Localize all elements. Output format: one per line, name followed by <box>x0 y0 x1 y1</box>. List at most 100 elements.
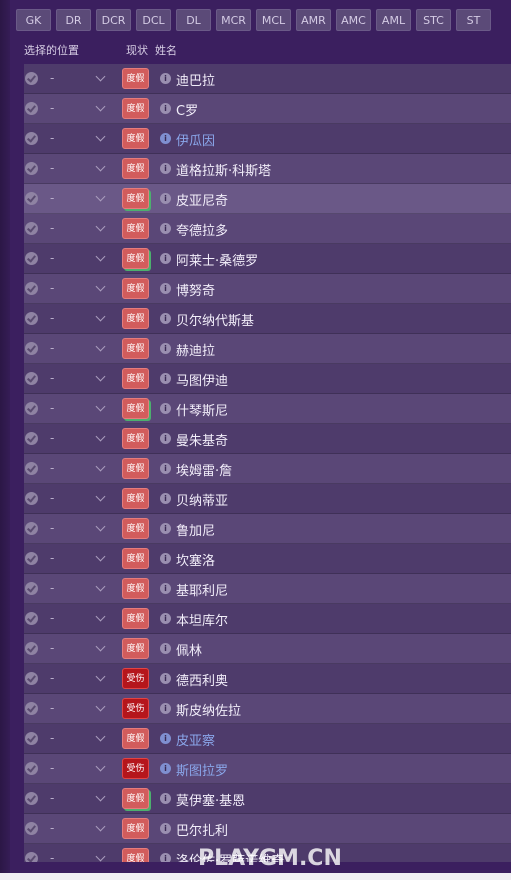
header-name[interactable]: 姓名 <box>155 42 177 58</box>
position-button-mcr[interactable]: MCR <box>216 9 251 31</box>
info-icon[interactable]: i <box>160 793 171 804</box>
player-row[interactable]: - 度假 i 道格拉斯·科斯塔 <box>24 154 511 184</box>
chevron-down-icon[interactable] <box>95 581 106 592</box>
player-row[interactable]: - 度假 i 佩林 <box>24 634 511 664</box>
select-check-icon[interactable] <box>25 822 38 835</box>
chevron-down-icon[interactable] <box>95 221 106 232</box>
chevron-down-icon[interactable] <box>95 311 106 322</box>
header-status[interactable]: 现状 <box>126 42 148 58</box>
info-icon[interactable]: i <box>160 613 171 624</box>
chevron-down-icon[interactable] <box>95 371 106 382</box>
position-button-dcl[interactable]: DCL <box>136 9 171 31</box>
player-row[interactable]: - 度假 i 贝尔纳代斯基 <box>24 304 511 334</box>
select-check-icon[interactable] <box>25 252 38 265</box>
player-row[interactable]: - 受伤 i 斯图拉罗 <box>24 754 511 784</box>
select-check-icon[interactable] <box>25 732 38 745</box>
player-row[interactable]: - 度假 i 博努奇 <box>24 274 511 304</box>
chevron-down-icon[interactable] <box>95 851 106 862</box>
info-icon[interactable]: i <box>160 73 171 84</box>
chevron-down-icon[interactable] <box>95 551 106 562</box>
chevron-down-icon[interactable] <box>95 701 106 712</box>
select-check-icon[interactable] <box>25 582 38 595</box>
player-row[interactable]: - 度假 i 什琴斯尼 <box>24 394 511 424</box>
player-row[interactable]: - 度假 i 曼朱基奇 <box>24 424 511 454</box>
position-button-aml[interactable]: AML <box>376 9 411 31</box>
player-row[interactable]: - 度假 i 莫伊塞·基恩 <box>24 784 511 814</box>
position-button-stc[interactable]: STC <box>416 9 451 31</box>
info-icon[interactable]: i <box>160 313 171 324</box>
chevron-down-icon[interactable] <box>95 461 106 472</box>
info-icon[interactable]: i <box>160 733 171 744</box>
player-row[interactable]: - 度假 i 巴尔扎利 <box>24 814 511 844</box>
player-name[interactable]: 巴尔扎利 <box>176 820 228 839</box>
player-row[interactable]: - 度假 i 皮亚察 <box>24 724 511 754</box>
position-button-st[interactable]: ST <box>456 9 491 31</box>
select-check-icon[interactable] <box>25 402 38 415</box>
select-check-icon[interactable] <box>25 132 38 145</box>
info-icon[interactable]: i <box>160 763 171 774</box>
select-check-icon[interactable] <box>25 282 38 295</box>
chevron-down-icon[interactable] <box>95 791 106 802</box>
player-row[interactable]: - 度假 i 伊瓜因 <box>24 124 511 154</box>
player-name[interactable]: 马图伊迪 <box>176 370 228 389</box>
select-check-icon[interactable] <box>25 312 38 325</box>
position-button-amr[interactable]: AMR <box>296 9 331 31</box>
select-check-icon[interactable] <box>25 522 38 535</box>
player-row[interactable]: - 度假 i 马图伊迪 <box>24 364 511 394</box>
info-icon[interactable]: i <box>160 283 171 294</box>
chevron-down-icon[interactable] <box>95 821 106 832</box>
player-name[interactable]: 道格拉斯·科斯塔 <box>176 160 271 179</box>
info-icon[interactable]: i <box>160 253 171 264</box>
select-check-icon[interactable] <box>25 552 38 565</box>
info-icon[interactable]: i <box>160 703 171 714</box>
player-name[interactable]: 贝纳蒂亚 <box>176 490 228 509</box>
player-row[interactable]: - 度假 i 埃姆雷·詹 <box>24 454 511 484</box>
select-check-icon[interactable] <box>25 612 38 625</box>
player-name[interactable]: 本坦库尔 <box>176 610 228 629</box>
player-row[interactable]: - 度假 i 皮亚尼奇 <box>24 184 511 214</box>
info-icon[interactable]: i <box>160 823 171 834</box>
chevron-down-icon[interactable] <box>95 761 106 772</box>
info-icon[interactable]: i <box>160 163 171 174</box>
chevron-down-icon[interactable] <box>95 71 106 82</box>
player-row[interactable]: - 受伤 i 斯皮纳佐拉 <box>24 694 511 724</box>
info-icon[interactable]: i <box>160 523 171 534</box>
chevron-down-icon[interactable] <box>95 491 106 502</box>
chevron-down-icon[interactable] <box>95 401 106 412</box>
chevron-down-icon[interactable] <box>95 731 106 742</box>
info-icon[interactable]: i <box>160 193 171 204</box>
select-check-icon[interactable] <box>25 852 38 862</box>
player-row[interactable]: - 受伤 i 德西利奥 <box>24 664 511 694</box>
player-name[interactable]: 埃姆雷·詹 <box>176 460 232 479</box>
position-button-gk[interactable]: GK <box>16 9 51 31</box>
player-name[interactable]: 德西利奥 <box>176 670 228 689</box>
chevron-down-icon[interactable] <box>95 641 106 652</box>
chevron-down-icon[interactable] <box>95 341 106 352</box>
player-row[interactable]: - 度假 i C罗 <box>24 94 511 124</box>
player-name[interactable]: 坎塞洛 <box>176 550 215 569</box>
position-button-amc[interactable]: AMC <box>336 9 371 31</box>
position-button-dr[interactable]: DR <box>56 9 91 31</box>
chevron-down-icon[interactable] <box>95 611 106 622</box>
position-button-mcl[interactable]: MCL <box>256 9 291 31</box>
info-icon[interactable]: i <box>160 583 171 594</box>
chevron-down-icon[interactable] <box>95 521 106 532</box>
chevron-down-icon[interactable] <box>95 191 106 202</box>
player-row[interactable]: - 度假 i 本坦库尔 <box>24 604 511 634</box>
select-check-icon[interactable] <box>25 492 38 505</box>
header-selected-position[interactable]: 选择的位置 <box>24 42 79 58</box>
chevron-down-icon[interactable] <box>95 431 106 442</box>
info-icon[interactable]: i <box>160 643 171 654</box>
info-icon[interactable]: i <box>160 133 171 144</box>
player-row[interactable]: - 度假 i 基耶利尼 <box>24 574 511 604</box>
select-check-icon[interactable] <box>25 222 38 235</box>
select-check-icon[interactable] <box>25 372 38 385</box>
select-check-icon[interactable] <box>25 102 38 115</box>
player-name[interactable]: 佩林 <box>176 640 202 659</box>
info-icon[interactable]: i <box>160 433 171 444</box>
info-icon[interactable]: i <box>160 553 171 564</box>
player-name[interactable]: 伊瓜因 <box>176 130 215 149</box>
player-name[interactable]: 什琴斯尼 <box>176 400 228 419</box>
player-name[interactable]: 曼朱基奇 <box>176 430 228 449</box>
chevron-down-icon[interactable] <box>95 671 106 682</box>
